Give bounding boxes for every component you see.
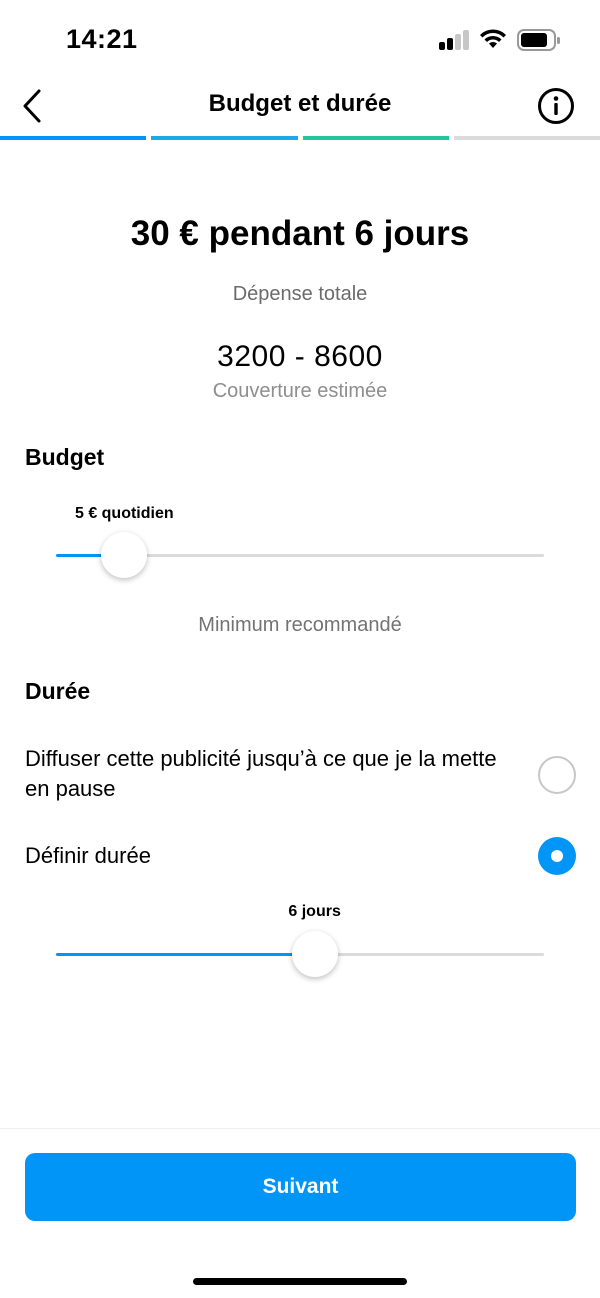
progress-segment-4 — [453, 136, 600, 140]
status-bar: 14:21 — [0, 0, 600, 80]
recommended-minimum-hint: Minimum recommandé — [198, 614, 402, 636]
battery-icon — [517, 29, 560, 51]
step-progress-bar — [0, 136, 600, 140]
page-title: Budget et durée — [208, 90, 392, 117]
home-indicator — [193, 1278, 407, 1285]
signal-icon — [439, 30, 469, 50]
budget-slider[interactable] — [56, 532, 544, 578]
duration-slider[interactable] — [56, 931, 544, 977]
set-duration-label[interactable]: Définir durée — [25, 841, 151, 871]
duration-slider-value: 6 jours — [288, 903, 341, 920]
budget-slider-thumb[interactable] — [101, 532, 148, 578]
budget-heading: Budget — [25, 444, 105, 470]
budget-duration-screen: 14:21 Budget et durée 30 € pendant 6 jou… — [0, 0, 600, 1298]
next-button[interactable]: Suivant — [25, 1153, 576, 1221]
duration-slider-thumb[interactable] — [291, 931, 338, 977]
budget-summary-title: 30 € pendant 6 jours — [130, 214, 470, 253]
budget-slider-value: 5 € quotidien — [74, 505, 174, 522]
run-until-paused-radio[interactable] — [538, 756, 576, 794]
status-time: 14:21 — [66, 24, 138, 54]
footer-divider — [0, 1128, 600, 1129]
progress-segment-2 — [151, 136, 298, 140]
estimated-reach-label: Couverture estimée — [212, 380, 388, 402]
info-icon[interactable] — [536, 86, 576, 126]
nav-bar: Budget et durée — [0, 80, 600, 132]
duration-heading: Durée — [25, 678, 91, 704]
progress-segment-1 — [0, 136, 147, 140]
set-duration-radio[interactable] — [538, 837, 576, 875]
estimated-reach-value: 3200 - 8600 — [217, 340, 383, 373]
wifi-icon — [480, 29, 506, 48]
run-until-paused-label[interactable]: Diffuser cette publicité jusqu’à ce que … — [25, 744, 525, 804]
duration-slider-fill — [56, 953, 315, 956]
total-spend-label: Dépense totale — [232, 283, 368, 305]
progress-segment-3 — [302, 136, 449, 140]
